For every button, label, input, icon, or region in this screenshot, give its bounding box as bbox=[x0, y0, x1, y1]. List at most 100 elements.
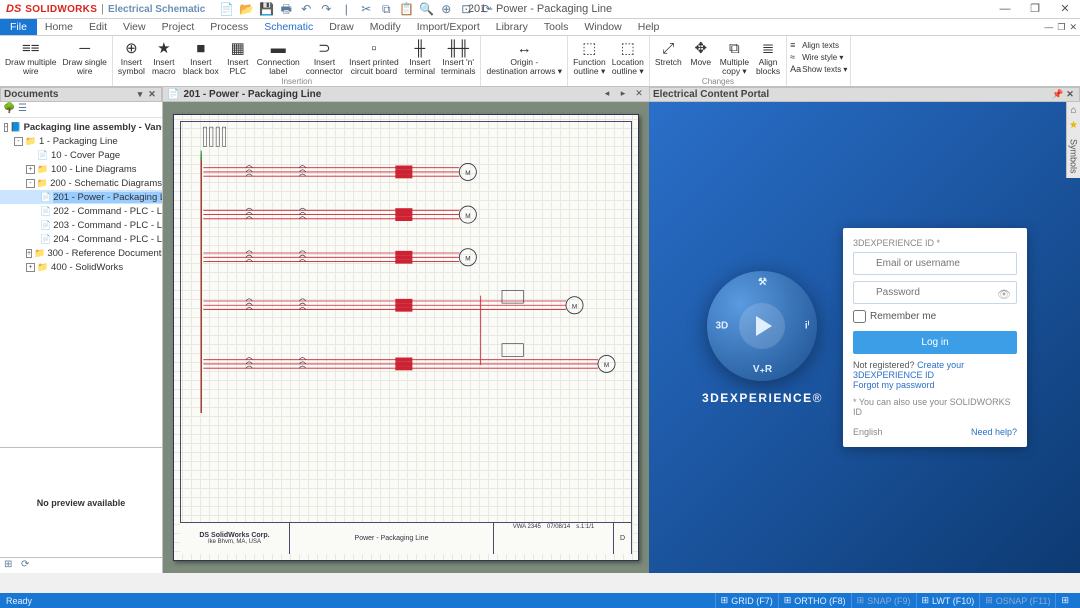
insert-n-terminals[interactable]: ╫╫Insert 'n' terminals bbox=[439, 38, 477, 77]
remember-checkbox[interactable] bbox=[853, 310, 866, 323]
maximize-button[interactable]: ❐ bbox=[1020, 0, 1050, 19]
connection-label[interactable]: ▬Connection label bbox=[255, 38, 302, 77]
mdi-minimize-icon[interactable]: — bbox=[1044, 22, 1053, 33]
language-selector[interactable]: English bbox=[853, 427, 883, 437]
login-button[interactable]: Log in bbox=[853, 331, 1017, 354]
qat-undo-icon[interactable]: ↶ bbox=[299, 2, 313, 16]
status-ortho[interactable]: ⊞ORTHO (F8) bbox=[778, 593, 851, 608]
menu-view[interactable]: View bbox=[115, 19, 154, 35]
menu-draw[interactable]: Draw bbox=[321, 19, 362, 35]
portal-pin-icon[interactable]: 📌 bbox=[1052, 89, 1064, 101]
portal-close-icon[interactable]: ✕ bbox=[1064, 89, 1076, 101]
tab-prev-icon[interactable]: ◂ bbox=[601, 88, 613, 100]
align-blocks[interactable]: ≣Align blocks bbox=[753, 38, 783, 77]
tree-node[interactable]: +📁400 - SolidWorks bbox=[0, 260, 162, 274]
forgot-password-link[interactable]: Forgot my password bbox=[853, 380, 935, 390]
expand-icon[interactable]: + bbox=[26, 263, 35, 272]
remember-me-checkbox[interactable]: Remember me bbox=[853, 310, 1017, 323]
menu-edit[interactable]: Edit bbox=[81, 19, 115, 35]
tree-node[interactable]: 📄201 - Power - Packaging Line bbox=[0, 190, 162, 204]
draw-multiple-wire[interactable]: ≡≡Draw multiple wire bbox=[3, 38, 59, 77]
tree-node[interactable]: -📁200 - Schematic Diagrams bbox=[0, 176, 162, 190]
documents-tree[interactable]: -📘Packaging line assembly - Vance sandbo… bbox=[0, 118, 162, 447]
move[interactable]: ✥Move bbox=[686, 38, 716, 77]
docs-footer-icon-2[interactable]: ⟳ bbox=[21, 559, 34, 572]
tab-close-icon[interactable]: ✕ bbox=[633, 88, 645, 100]
mdi-close-icon[interactable]: ✕ bbox=[1069, 22, 1077, 33]
docs-footer-icon-1[interactable]: ⊞ bbox=[4, 559, 17, 572]
insert-printed-circuit-board[interactable]: ▫Insert printed circuit board bbox=[347, 38, 401, 77]
qat-save-icon[interactable]: 💾 bbox=[259, 2, 273, 16]
wire-style[interactable]: ≈Wire style ▾ bbox=[790, 51, 847, 63]
tree-node[interactable]: 📄204 - Command - PLC - Line 3 bbox=[0, 232, 162, 246]
insert-black-box[interactable]: ■Insert black box bbox=[181, 38, 221, 77]
need-help-link[interactable]: Need help? bbox=[971, 427, 1017, 437]
insert-terminal[interactable]: ╫Insert terminal bbox=[403, 38, 437, 77]
expand-icon[interactable]: - bbox=[26, 179, 35, 188]
qat-cut-icon[interactable]: ✂ bbox=[359, 2, 373, 16]
tree-node[interactable]: +📁100 - Line Diagrams bbox=[0, 162, 162, 176]
menu-file[interactable]: File bbox=[0, 19, 37, 35]
side-tab-1[interactable]: ★ bbox=[1069, 120, 1078, 131]
tree-root[interactable]: -📘Packaging line assembly - Vance sandbo… bbox=[0, 120, 162, 134]
multiple-copy[interactable]: ⧉Multiple copy ▾ bbox=[718, 38, 751, 77]
tree-node[interactable]: +📁300 - Reference Documents bbox=[0, 246, 162, 260]
panel-dropdown-icon[interactable]: ▾ bbox=[134, 89, 146, 101]
qat-copy-icon[interactable]: ⧉ bbox=[379, 2, 393, 16]
compass-play-icon[interactable] bbox=[739, 303, 785, 349]
stretch[interactable]: ⤢Stretch bbox=[653, 38, 684, 77]
show-password-icon[interactable]: 👁 bbox=[997, 288, 1011, 301]
drawing-viewport[interactable]: MMMMM DS SolidWorks Corp. Ike Bhvm, MA, … bbox=[163, 102, 649, 573]
location-outline[interactable]: ⬚Location outline ▾ bbox=[610, 38, 646, 77]
draw-single-wire[interactable]: ─Draw single wire bbox=[61, 38, 109, 77]
insert-connector[interactable]: ⊃Insert connector bbox=[304, 38, 345, 77]
expand-icon[interactable]: + bbox=[26, 249, 32, 258]
tab-next-icon[interactable]: ▸ bbox=[617, 88, 629, 100]
insert-macro[interactable]: ★Insert macro bbox=[149, 38, 179, 77]
expand-icon[interactable]: + bbox=[26, 165, 35, 174]
password-input[interactable] bbox=[853, 281, 1017, 304]
side-tab-2[interactable]: Symbols bbox=[1068, 135, 1080, 178]
close-button[interactable]: ✕ bbox=[1050, 0, 1080, 19]
docs-list-view-icon[interactable]: ☰ bbox=[18, 103, 31, 116]
expand-icon[interactable]: - bbox=[4, 123, 8, 132]
docs-tree-view-icon[interactable]: 🌳 bbox=[3, 103, 16, 116]
show-texts[interactable]: AaShow texts ▾ bbox=[790, 63, 847, 75]
status-snap[interactable]: ⊞SNAP (F9) bbox=[851, 593, 916, 608]
tree-node[interactable]: 📄202 - Command - PLC - Line 1 bbox=[0, 204, 162, 218]
status-lwt[interactable]: ⊞LWT (F10) bbox=[916, 593, 980, 608]
insert-symbol[interactable]: ⊕Insert symbol bbox=[116, 38, 147, 77]
qat-redo-icon[interactable]: ↷ bbox=[319, 2, 333, 16]
compass-icon[interactable]: ⚒ 3D iⁱ V₊R bbox=[707, 271, 817, 381]
menu-home[interactable]: Home bbox=[37, 19, 81, 35]
qat-paste-icon[interactable]: 📋 bbox=[399, 2, 413, 16]
qat-print-icon[interactable]: 🖶 bbox=[279, 2, 293, 16]
menu-library[interactable]: Library bbox=[488, 19, 536, 35]
menu-modify[interactable]: Modify bbox=[362, 19, 409, 35]
side-tab-0[interactable]: ⌂ bbox=[1070, 105, 1076, 116]
tree-node[interactable]: -📁1 - Packaging Line bbox=[0, 134, 162, 148]
status-grid[interactable]: ⊞GRID (F7) bbox=[715, 593, 778, 608]
qat-find-icon[interactable]: 🔍 bbox=[419, 2, 433, 16]
menu-importexport[interactable]: Import/Export bbox=[409, 19, 488, 35]
status-end-icon[interactable]: ⊞ bbox=[1055, 593, 1074, 608]
menu-process[interactable]: Process bbox=[202, 19, 256, 35]
email-input[interactable] bbox=[853, 252, 1017, 275]
function-outline[interactable]: ⬚Function outline ▾ bbox=[571, 38, 608, 77]
status-osnap[interactable]: ⊞OSNAP (F11) bbox=[979, 593, 1055, 608]
menu-project[interactable]: Project bbox=[154, 19, 203, 35]
tree-node[interactable]: 📄203 - Command - PLC - Line 2 bbox=[0, 218, 162, 232]
menu-window[interactable]: Window bbox=[576, 19, 629, 35]
origin-destination-arrows[interactable]: ↔Origin - destination arrows ▾ bbox=[484, 38, 564, 77]
qat-open-icon[interactable]: 📂 bbox=[239, 2, 253, 16]
menu-help[interactable]: Help bbox=[630, 19, 668, 35]
tree-node[interactable]: 📄10 - Cover Page bbox=[0, 148, 162, 162]
expand-icon[interactable]: - bbox=[14, 137, 23, 146]
insert-plc[interactable]: ▦Insert PLC bbox=[223, 38, 253, 77]
align-texts[interactable]: ≡Align texts bbox=[790, 39, 847, 51]
panel-close-icon[interactable]: ✕ bbox=[146, 89, 158, 101]
menu-tools[interactable]: Tools bbox=[536, 19, 577, 35]
qat-zoom-icon[interactable]: ⊕ bbox=[439, 2, 453, 16]
minimize-button[interactable]: — bbox=[990, 0, 1020, 19]
mdi-restore-icon[interactable]: ❐ bbox=[1057, 22, 1065, 33]
